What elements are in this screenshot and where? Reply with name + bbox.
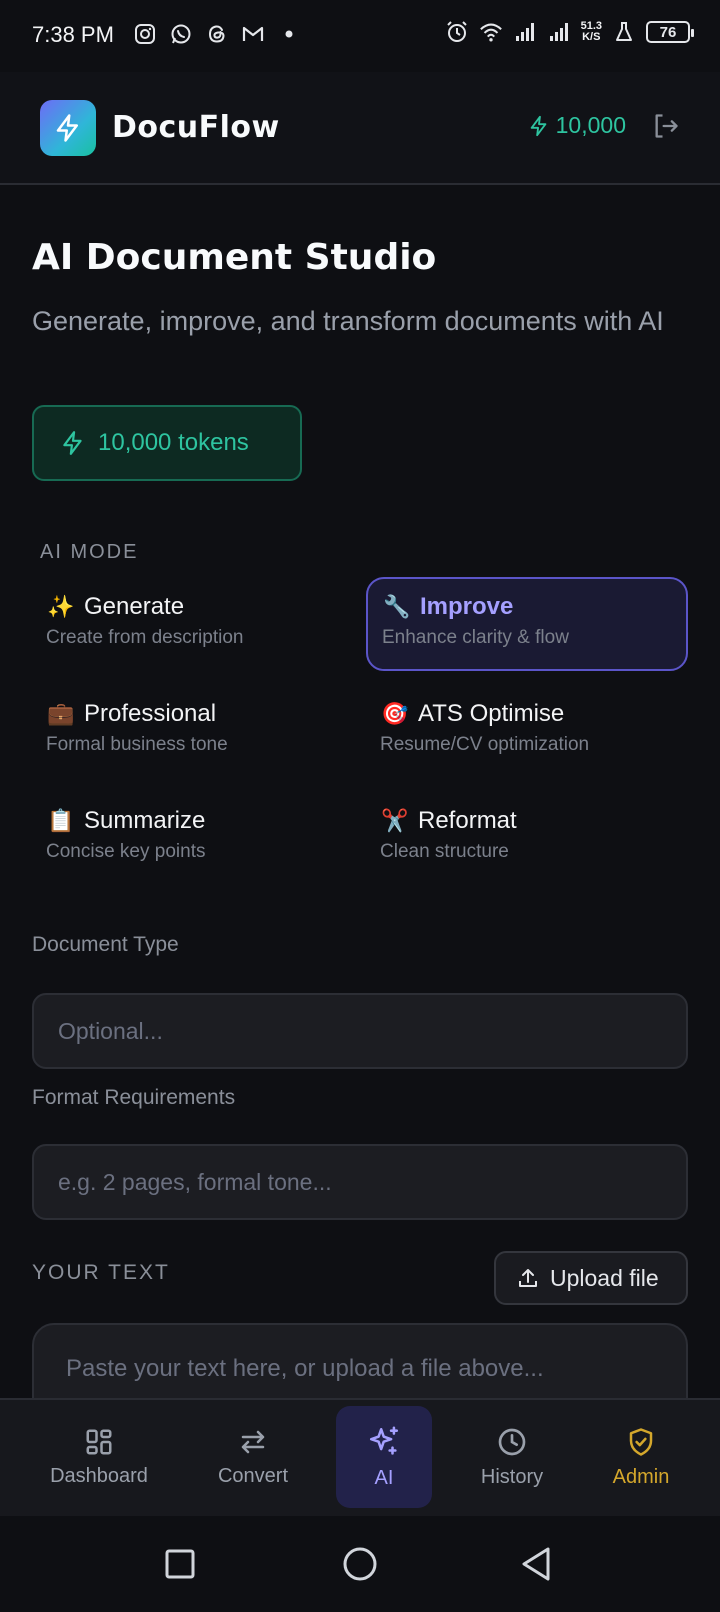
mode-generate[interactable]: ✨ Generate Create from description [32, 579, 354, 673]
convert-icon [241, 1430, 265, 1453]
status-time: 7:38 PM [32, 22, 114, 47]
mode-improve[interactable]: 🔧 Improve Enhance clarity & flow [366, 577, 688, 671]
recent-apps-button[interactable] [160, 1544, 200, 1584]
square-icon [165, 1549, 195, 1579]
gmail-icon [241, 22, 265, 46]
speed-unit: K/S [582, 31, 601, 43]
nav-admin[interactable]: Admin [596, 1406, 686, 1508]
mode-reformat[interactable]: ✂️ Reformat Clean structure [366, 793, 688, 887]
sparkles-icon [369, 1426, 399, 1455]
lightning-icon [530, 115, 546, 136]
mode-summarize[interactable]: 📋 Summarize Concise key points [32, 793, 354, 887]
wrench-icon: 🔧 [383, 594, 411, 619]
ai-mode-label: AI MODE [40, 541, 139, 563]
app-name: DocuFlow [112, 110, 280, 145]
lightning-icon [56, 114, 78, 142]
wifi-icon [479, 20, 503, 44]
page-subtitle: Generate, improve, and transform documen… [32, 306, 664, 336]
mode-description: Formal business tone [46, 734, 228, 755]
clipboard-icon: 📋 [47, 808, 75, 833]
lightning-icon [63, 431, 82, 455]
token-balance-pill: 10,000 tokens [32, 405, 302, 481]
briefcase-icon: 💼 [47, 701, 75, 726]
threads-icon [205, 22, 229, 46]
nav-label: History [480, 1465, 544, 1488]
upload-file-label: Upload file [550, 1264, 659, 1291]
battery-indicator: 76 [646, 21, 694, 43]
nav-convert[interactable]: Convert [200, 1406, 306, 1508]
scissors-icon: ✂️ [381, 808, 409, 833]
circle-icon [343, 1547, 377, 1581]
signal-icon [547, 20, 571, 44]
nav-dashboard[interactable]: Dashboard [38, 1406, 160, 1508]
mode-description: Concise key points [46, 841, 206, 862]
mode-ats-optimise[interactable]: 🎯 ATS Optimise Resume/CV optimization [366, 686, 688, 780]
header-token-balance: 10,000 [528, 112, 626, 139]
header-token-count: 10,000 [555, 112, 626, 138]
shield-check-icon [629, 1427, 653, 1456]
upload-icon [519, 1269, 537, 1287]
app-header: DocuFlow 10,000 [0, 72, 720, 185]
mode-title: Reformat [418, 807, 517, 834]
back-button[interactable] [516, 1544, 556, 1584]
mode-title: Professional [84, 700, 217, 727]
format-requirements-label: Format Requirements [32, 1086, 236, 1109]
dot-icon [277, 22, 301, 46]
status-bar: 7:38 PM 51.3 K/S 76 [0, 0, 720, 72]
mode-title: ATS Optimise [418, 700, 565, 727]
mode-professional[interactable]: 💼 Professional Formal business tone [32, 686, 354, 780]
mode-title: Summarize [84, 807, 206, 834]
mode-title: Generate [84, 593, 185, 620]
flask-icon [612, 20, 636, 44]
upload-file-button[interactable]: Upload file [494, 1251, 688, 1305]
document-type-input[interactable] [32, 993, 688, 1069]
logout-button[interactable] [650, 110, 682, 142]
target-icon: 🎯 [381, 701, 409, 726]
mode-description: Resume/CV optimization [380, 734, 590, 755]
mode-description: Enhance clarity & flow [382, 627, 569, 648]
nav-label: AI [374, 1466, 394, 1489]
logout-icon [655, 114, 678, 138]
dashboard-icon [86, 1429, 112, 1454]
mode-title: Improve [420, 593, 514, 620]
bottom-nav: Dashboard Convert AI History Admin [0, 1398, 720, 1516]
format-requirements-input[interactable] [32, 1144, 688, 1220]
alarm-icon [445, 20, 469, 44]
nav-label: Admin [612, 1465, 670, 1488]
nav-history[interactable]: History [462, 1406, 562, 1508]
history-icon [498, 1428, 526, 1455]
nav-label: Convert [217, 1464, 289, 1487]
nav-label: Dashboard [50, 1464, 148, 1487]
nav-ai[interactable]: AI [336, 1406, 432, 1508]
system-icons: 51.3 K/S 76 [445, 20, 694, 44]
token-pill-label: 10,000 tokens [98, 429, 249, 456]
home-button[interactable] [340, 1544, 380, 1584]
document-type-label: Document Type [32, 933, 179, 956]
back-triangle-icon [522, 1547, 550, 1581]
instagram-icon [133, 22, 157, 46]
text-input-placeholder: Paste your text here, or upload a file a… [66, 1355, 544, 1382]
app-logo[interactable] [40, 100, 96, 156]
page-title: AI Document Studio [32, 237, 437, 278]
mode-description: Clean structure [380, 841, 509, 862]
network-speed: 51.3 K/S [581, 21, 602, 43]
mode-description: Create from description [46, 627, 244, 648]
whatsapp-icon [169, 22, 193, 46]
your-text-label: YOUR TEXT [32, 1261, 170, 1284]
signal-icon [513, 20, 537, 44]
notification-icons [133, 22, 301, 46]
system-nav-bar [0, 1516, 720, 1612]
sparkles-icon: ✨ [47, 594, 75, 619]
